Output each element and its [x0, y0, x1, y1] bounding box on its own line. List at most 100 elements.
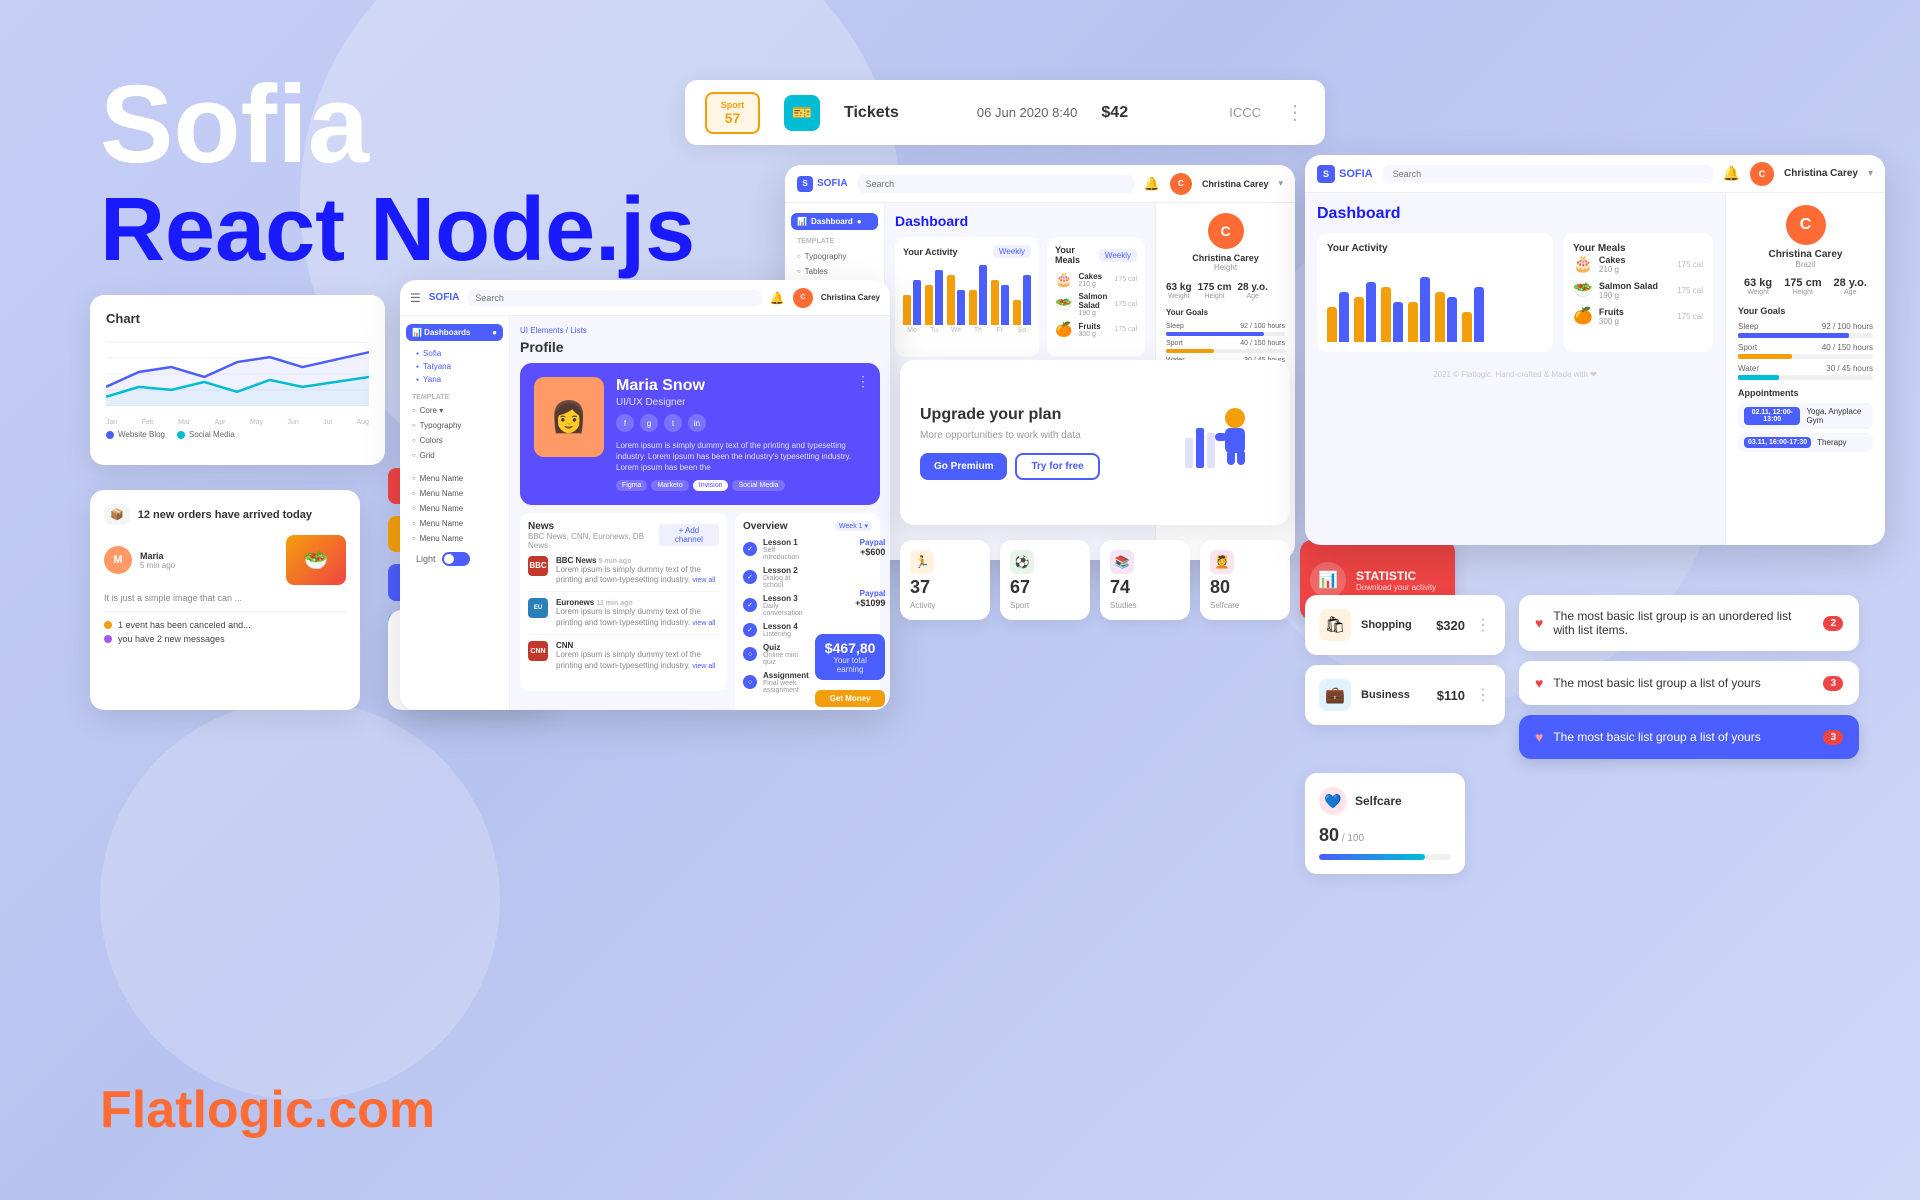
activity-filter-button[interactable]: Weekly	[993, 245, 1031, 258]
add-channel-button[interactable]: + Add channel	[659, 524, 719, 546]
shopping-more-button[interactable]: ⋮	[1475, 615, 1491, 635]
user-name: Maria	[140, 551, 175, 561]
go-premium-button[interactable]: Go Premium	[920, 453, 1007, 480]
goal-sleep: Sleep 92 / 100 hours	[1166, 323, 1285, 336]
business-more-button[interactable]: ⋮	[1475, 685, 1491, 705]
activity-card: Your Activity Weekly Mo	[895, 237, 1039, 357]
shopping-value: $320	[1436, 618, 1465, 633]
full-appt-1: 02.11, 12:00-13:00 Yoga, Anyplace Gym	[1738, 403, 1873, 429]
legend-dot-teal	[177, 431, 185, 439]
bbc-logo: BBC	[528, 556, 548, 576]
news-title: News	[528, 521, 659, 532]
profile-card-more-button[interactable]: ⋮	[856, 373, 870, 390]
full-goals: Your Goals Sleep92 / 100 hours Sport40 /…	[1738, 306, 1873, 380]
profile-desc: Lorem ipsum is simply dummy text of the …	[616, 440, 866, 474]
full-bell-icon[interactable]: 🔔	[1723, 165, 1740, 182]
stat-selfcare-card: 💆 80 Selfcare	[1200, 540, 1290, 620]
nav-sofia[interactable]: Sofia	[406, 347, 503, 360]
user-avatar: M	[104, 546, 132, 574]
sport-label: Sport	[1010, 601, 1080, 610]
profile-hero-info: Maria Snow UI/UX Designer f g t in Lorem…	[616, 377, 866, 491]
selfcare-values: 80 / 100	[1319, 825, 1451, 846]
dash-avatar: C	[1170, 173, 1192, 195]
brand-link[interactable]: Flatlogic.com	[100, 1080, 435, 1140]
news-item-bbc: BBC BBC News 5 min ago Lorem ipsum is si…	[528, 556, 719, 593]
profile-avatar: C	[1208, 213, 1244, 249]
stat-studies-card: 📚 74 Studies	[1100, 540, 1190, 620]
selfcare-card: 💙 Selfcare 80 / 100	[1305, 773, 1465, 874]
upgrade-desc: More opportunities to work with data	[920, 430, 1164, 441]
full-search-input[interactable]	[1383, 165, 1713, 183]
dashboards-nav-button[interactable]: 📊 Dashboards●	[406, 324, 503, 341]
menu-item-1[interactable]: Menu Name	[406, 471, 503, 486]
nav-tatyana[interactable]: Tatyana	[406, 360, 503, 373]
upgrade-illustration	[1180, 398, 1270, 488]
nav-yana[interactable]: Yana	[406, 373, 503, 386]
list-badge-1: 2	[1823, 616, 1843, 631]
theme-toggle[interactable]: Light	[406, 546, 503, 572]
full-meal-cakes: 🎂 Cakes 210 g 175 cal	[1573, 254, 1703, 274]
dashboard-nav-button[interactable]: 📊 Dashboard ●	[791, 213, 878, 230]
business-label: Business	[1361, 689, 1427, 701]
dash-bell-icon[interactable]: 🔔	[1144, 176, 1160, 192]
activity-value: 37	[910, 577, 980, 598]
selfcare-stat-label: Selfcare	[1210, 601, 1280, 610]
heart-icon-3: ♥	[1535, 729, 1543, 745]
studies-stat-label: Studies	[1110, 601, 1180, 610]
tag-figma[interactable]: Figma	[616, 480, 647, 491]
menu-item-3[interactable]: Menu Name	[406, 501, 503, 516]
breadcrumb: UI Elements / Lists	[520, 326, 880, 335]
tag-invision[interactable]: Invision	[693, 480, 729, 491]
social-icons: f g t in	[616, 414, 866, 432]
bar	[1393, 302, 1403, 342]
statistic-label: STATISTIC	[1356, 569, 1436, 583]
linkedin-icon[interactable]: in	[688, 414, 706, 432]
ticket-more-button[interactable]: ⋮	[1285, 100, 1305, 125]
nav-typography[interactable]: Typography	[791, 249, 878, 264]
goal-sport: Sport 40 / 150 hours	[1166, 340, 1285, 353]
prof-search-input[interactable]	[467, 290, 762, 306]
twitter-icon[interactable]: t	[664, 414, 682, 432]
bar	[947, 275, 955, 325]
stat-activity-card: 🏃 37 Activity	[900, 540, 990, 620]
overview-filter[interactable]: Week 1 ▾	[835, 521, 872, 531]
full-logo-icon: S	[1317, 165, 1335, 183]
nav-colors[interactable]: Colors	[406, 433, 503, 448]
ticket-price: $42	[1101, 104, 1128, 122]
upgrade-title: Upgrade your plan	[920, 406, 1164, 424]
nav-grid[interactable]: Grid	[406, 448, 503, 463]
overview-title: Overview	[743, 521, 787, 532]
meals-filter-button[interactable]: Weekly	[1099, 249, 1137, 262]
bar	[1013, 300, 1021, 325]
dot-purple-icon	[104, 635, 112, 643]
nav-core[interactable]: Core ▾	[406, 403, 503, 418]
tag-social[interactable]: Social Media	[732, 480, 784, 491]
prof-bell-icon[interactable]: 🔔	[770, 291, 785, 305]
dashboard-full: S SOFIA 🔔 C Christina Carey ▾ Dashboard …	[1305, 155, 1885, 545]
bar	[1435, 292, 1445, 342]
nav-tables[interactable]: Tables	[791, 264, 878, 279]
notif-desc: It is just a simple image that can ...	[104, 593, 346, 603]
hamburger-icon[interactable]: ☰	[410, 291, 421, 305]
profile-stats: 63 kg Weight 175 cm Height 28 y.o. Age	[1166, 282, 1285, 300]
check-icon: ○	[743, 675, 757, 689]
bar	[1420, 277, 1430, 342]
legend-dot-blue	[106, 431, 114, 439]
menu-item-2[interactable]: Menu Name	[406, 486, 503, 501]
right-column: Overview Week 1 ▾ ✓Lesson 1Self introduc…	[735, 513, 880, 710]
full-bar-chart	[1327, 262, 1543, 342]
list-item-unordered: ♥ The most basic list group is an unorde…	[1519, 595, 1859, 651]
bar	[969, 290, 977, 325]
dash-search-input[interactable]	[858, 175, 1134, 193]
facebook-icon[interactable]: f	[616, 414, 634, 432]
menu-item-5[interactable]: Menu Name	[406, 531, 503, 546]
try-free-button[interactable]: Try for free	[1015, 453, 1099, 480]
nav-typography[interactable]: Typography	[406, 418, 503, 433]
google-icon[interactable]: g	[640, 414, 658, 432]
menu-item-4[interactable]: Menu Name	[406, 516, 503, 531]
full-content: Dashboard Your Activity	[1305, 193, 1725, 545]
get-money-button[interactable]: Get Money	[815, 690, 886, 707]
tag-marketo[interactable]: Marketo	[651, 480, 688, 491]
activity-label: Activity	[910, 601, 980, 610]
bottom-row: 🛍 Shopping $320 ⋮ 💼 Business $110 ⋮ ♥ Th…	[1305, 595, 1920, 874]
